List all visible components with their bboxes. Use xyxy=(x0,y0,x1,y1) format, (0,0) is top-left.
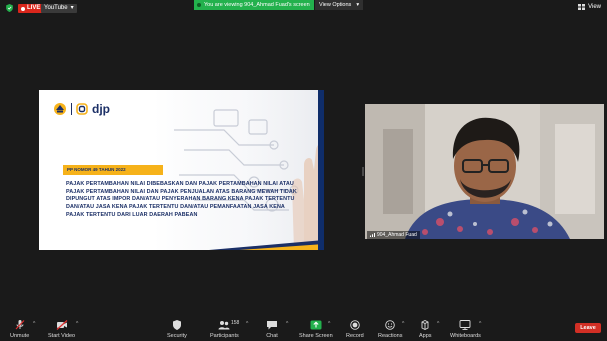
sharing-banner: You are viewing 904_Ahmad Fuad's screen xyxy=(194,0,314,10)
participants-icon xyxy=(218,321,230,330)
slide-body-text: PAJAK PERTAMBAHAN NILAI DIBEBASKAN DAN P… xyxy=(66,181,297,218)
share-screen-label: Share Screen xyxy=(299,333,333,339)
slide-edge-bar xyxy=(318,90,324,250)
participants-label: Participants xyxy=(210,333,239,339)
reactions-emoji-icon xyxy=(385,320,395,330)
youtube-label: YouTube xyxy=(44,5,68,11)
reactions-label: Reactions xyxy=(378,333,403,339)
participant-name: 904_Ahmad Fuad xyxy=(377,232,417,238)
apps-icon xyxy=(421,320,429,330)
whiteboards-button[interactable]: Whiteboards xyxy=(450,320,481,339)
chat-button[interactable]: Chat xyxy=(266,320,278,339)
start-video-label: Start Video xyxy=(48,333,76,339)
participant-count: 158 xyxy=(231,320,240,326)
unmute-button[interactable]: Unmute xyxy=(10,320,29,339)
view-button[interactable]: View xyxy=(578,4,601,10)
panel-splitter-handle[interactable] xyxy=(362,167,364,176)
brand-divider xyxy=(71,103,72,115)
security-button[interactable]: Security xyxy=(167,320,187,339)
security-label: Security xyxy=(167,333,187,339)
slide-footer-stripe xyxy=(209,240,324,250)
start-video-button[interactable]: Start Video xyxy=(48,320,75,339)
chat-label: Chat xyxy=(266,333,278,339)
signal-bars-icon xyxy=(370,233,375,237)
share-screen-icon xyxy=(310,320,322,330)
djp-logo-icon xyxy=(76,103,88,115)
chevron-up-icon[interactable]: ^ xyxy=(33,321,35,327)
ministry-emblem-icon xyxy=(54,103,66,115)
live-label: LIVE xyxy=(27,5,41,11)
apps-button[interactable]: Apps xyxy=(419,320,432,339)
apps-label: Apps xyxy=(419,333,432,339)
chevron-down-icon: ▾ xyxy=(70,5,74,11)
mic-muted-icon xyxy=(15,320,25,330)
record-label: Record xyxy=(346,333,364,339)
shared-screen-slide: djp PP NOMOR 49 TAHUN 2022 PAJAK PERTAMB… xyxy=(39,90,324,250)
circuit-hand-illustration xyxy=(154,90,324,250)
chevron-up-icon[interactable]: ^ xyxy=(246,321,248,327)
record-button[interactable]: Record xyxy=(346,320,364,339)
youtube-dropdown[interactable]: YouTube ▾ xyxy=(41,4,77,13)
chevron-up-icon[interactable]: ^ xyxy=(437,321,439,327)
view-options-label: View Options xyxy=(319,2,352,8)
participant-video-tile[interactable] xyxy=(365,104,604,239)
djp-brand: djp xyxy=(53,102,110,116)
chevron-up-icon[interactable]: ^ xyxy=(328,321,330,327)
chevron-up-icon[interactable]: ^ xyxy=(286,321,288,327)
record-icon xyxy=(350,320,360,330)
live-dot-icon xyxy=(21,6,25,11)
participant-video-frame xyxy=(365,104,604,239)
regulation-tag: PP NOMOR 49 TAHUN 2022 xyxy=(63,165,163,175)
share-indicator-icon xyxy=(197,3,201,7)
security-shield-icon xyxy=(172,320,181,330)
view-label: View xyxy=(588,4,601,10)
video-off-icon xyxy=(56,320,67,330)
djp-brand-text: djp xyxy=(92,102,110,116)
whiteboards-label: Whiteboards xyxy=(450,333,481,339)
leave-button[interactable]: Leave xyxy=(575,323,601,333)
participant-name-label: 904_Ahmad Fuad xyxy=(367,231,420,239)
chevron-up-icon[interactable]: ^ xyxy=(479,321,481,327)
top-bar: LIVE YouTube ▾ You are viewing 904_Ahmad… xyxy=(0,0,607,16)
unmute-label: Unmute xyxy=(10,333,30,339)
view-options-button[interactable]: View Options ▾ xyxy=(315,0,364,10)
live-badge[interactable]: LIVE xyxy=(18,4,44,13)
chat-bubble-icon xyxy=(267,321,277,330)
whiteboard-icon xyxy=(459,320,471,330)
shield-icon[interactable] xyxy=(6,4,13,12)
sharing-banner-text: You are viewing 904_Ahmad Fuad's screen xyxy=(204,2,310,8)
meeting-toolbar: Unmute ^ Start Video ^ Security Particip… xyxy=(0,315,607,341)
reactions-button[interactable]: Reactions xyxy=(378,320,402,339)
chevron-up-icon[interactable]: ^ xyxy=(402,321,404,327)
grid-view-icon xyxy=(578,4,586,10)
chevron-up-icon[interactable]: ^ xyxy=(76,321,78,327)
chevron-down-icon: ▾ xyxy=(356,2,360,8)
